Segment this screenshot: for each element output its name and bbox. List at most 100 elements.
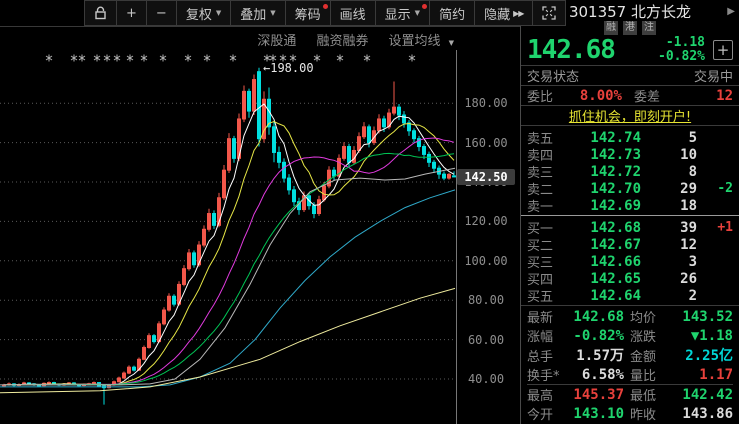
level-volume: 5 xyxy=(641,130,697,146)
level-price: 142.69 xyxy=(563,198,641,214)
stat-label: 均价 xyxy=(630,307,674,326)
promo-row: 抓住机会，即刻开户! xyxy=(521,105,739,125)
toolbar-button-diejia[interactable]: 叠加 ▼ xyxy=(231,0,285,26)
stat-value: 1.57万 xyxy=(571,345,630,365)
badge-zhu: 注 xyxy=(642,21,656,35)
toolbar-button-yincang[interactable]: 隐藏▶▶ xyxy=(475,0,533,26)
toolbar-button-huaxian[interactable]: 画线 xyxy=(331,0,376,26)
status-label: 交易状态 xyxy=(527,66,579,85)
caret-down-icon: ▼ xyxy=(449,39,454,47)
link-set-ma[interactable]: 设置均线 ▼ xyxy=(388,30,454,49)
caret-down-icon: ▼ xyxy=(270,9,275,17)
lock-button[interactable] xyxy=(84,0,117,26)
open-account-link[interactable]: 抓住机会，即刻开户! xyxy=(569,106,691,125)
stat-label: 昨收 xyxy=(630,404,674,423)
stat-value: 2.25亿 xyxy=(674,345,733,365)
bid-levels: 买一142.6839+1买二142.6712买三142.663买四142.652… xyxy=(521,215,739,305)
chart-toolbar: + − 复权▼ 叠加▼ 筹码 画线 显示▼ 简约 隐藏▶▶ xyxy=(0,0,520,27)
stock-trading-terminal: 180.00160.00140.00120.00100.0080.0060.00… xyxy=(0,0,739,424)
level-price: 142.64 xyxy=(563,288,641,304)
zoom-out-button[interactable]: − xyxy=(147,0,177,26)
notification-dot xyxy=(323,4,328,9)
y-axis-tick: 180.00 xyxy=(458,96,514,110)
stat-value: 143.86 xyxy=(674,406,733,422)
ask-row[interactable]: 卖四142.7310 xyxy=(527,145,733,162)
stock-name: 北方长龙 xyxy=(631,3,691,21)
stat-label: 金额 xyxy=(630,346,674,365)
level-volume: 18 xyxy=(641,198,697,214)
stat-value: -0.82% xyxy=(571,328,630,344)
bid-row[interactable]: 买五142.642 xyxy=(527,286,733,303)
add-to-watchlist-button[interactable]: + xyxy=(713,40,733,60)
stat-value: 142.68 xyxy=(571,309,630,325)
kline-chart-canvas[interactable] xyxy=(0,0,520,424)
quote-panel: ◀ 301357 北方长龙 ▶ 融 港 注 142.68 -1.18 -0.82… xyxy=(520,0,739,424)
stat-value: 143.10 xyxy=(571,406,630,422)
y-axis-tick: 60.00 xyxy=(458,333,514,347)
y-axis-tick: 120.00 xyxy=(458,214,514,228)
open-lock-icon xyxy=(94,6,107,20)
button-label: 显示 xyxy=(385,4,411,23)
level-price: 142.74 xyxy=(563,130,641,146)
bid-row[interactable]: 买四142.6526 xyxy=(527,269,733,286)
ask-row[interactable]: 卖一142.6918 xyxy=(527,196,733,213)
level-price: 142.67 xyxy=(563,237,641,253)
y-axis-tick: 80.00 xyxy=(458,293,514,307)
level-price: 142.68 xyxy=(563,220,641,236)
level-price: 142.73 xyxy=(563,147,641,163)
stat-row: 最新142.68均价143.52 xyxy=(527,307,733,326)
bid-row[interactable]: 买一142.6839+1 xyxy=(527,218,733,235)
caret-down-icon: ▼ xyxy=(415,9,420,17)
zoom-in-button[interactable]: + xyxy=(117,0,147,26)
level-volume: 10 xyxy=(641,147,697,163)
weibi-label: 委比 xyxy=(527,86,567,105)
bid-row[interactable]: 买二142.6712 xyxy=(527,235,733,252)
next-stock-arrow[interactable]: ▶ xyxy=(723,6,735,17)
link-rongzirongquan[interactable]: 融资融券 xyxy=(316,30,368,49)
stat-value: ▼1.18 xyxy=(674,328,733,344)
fullscreen-button[interactable] xyxy=(533,0,566,26)
stat-label: 换手* xyxy=(527,365,571,384)
level-price: 142.65 xyxy=(563,271,641,287)
weibi-row: 委比 8.00% 委差 12 xyxy=(521,85,739,105)
double-chevron-right-icon: ▶▶ xyxy=(513,9,523,18)
toolbar-button-fuquan[interactable]: 复权 ▼ xyxy=(177,0,231,26)
level-volume: 3 xyxy=(641,254,697,270)
link-label: 设置均线 xyxy=(388,34,440,49)
weicha-label: 委差 xyxy=(628,86,672,105)
stats-grid: 最新142.68均价143.52涨幅-0.82%涨跌▼1.18总手1.57万金额… xyxy=(521,305,739,424)
last-price: 142.68 xyxy=(527,35,658,65)
stat-value: 6.58% xyxy=(571,367,630,383)
stat-value: 1.17 xyxy=(674,367,733,383)
button-label: 叠加 xyxy=(240,4,266,23)
button-label: 画线 xyxy=(340,4,366,23)
kline-chart-area[interactable]: 180.00160.00140.00120.00100.0080.0060.00… xyxy=(0,0,520,424)
ask-row[interactable]: 卖三142.728 xyxy=(527,162,733,179)
trade-status-row: 交易状态 交易中 xyxy=(521,65,739,85)
toolbar-button-chouma[interactable]: 筹码 xyxy=(286,0,331,26)
toolbar-button-jianyue[interactable]: 简约 xyxy=(430,0,475,26)
bid-row[interactable]: 买三142.663 xyxy=(527,252,733,269)
level-volume: 12 xyxy=(641,237,697,253)
weibi-value: 8.00% xyxy=(567,88,628,104)
stat-label: 最低 xyxy=(630,385,674,404)
level-delta: +1 xyxy=(697,220,733,235)
y-axis-tick: 160.00 xyxy=(458,136,514,150)
level-price: 142.70 xyxy=(563,181,641,197)
stat-label: 量比 xyxy=(630,365,674,384)
ask-row[interactable]: 卖二142.7029-2 xyxy=(527,179,733,196)
button-label: 筹码 xyxy=(295,4,321,23)
stat-label: 涨幅 xyxy=(527,326,571,345)
level-price: 142.72 xyxy=(563,164,641,180)
level-volume: 29 xyxy=(641,181,697,197)
stat-row: 涨幅-0.82%涨跌▼1.18 xyxy=(527,326,733,345)
level-volume: 8 xyxy=(641,164,697,180)
toolbar-button-xianshi[interactable]: 显示 ▼ xyxy=(376,0,430,26)
caret-down-icon: ▼ xyxy=(216,9,221,17)
badge-rong: 融 xyxy=(604,21,618,35)
stat-value: 143.52 xyxy=(674,309,733,325)
ask-row[interactable]: 卖五142.745 xyxy=(527,128,733,145)
change-value: -1.18 xyxy=(666,35,705,50)
link-shengutong[interactable]: 深股通 xyxy=(257,30,296,49)
button-label: 复权 xyxy=(186,4,212,23)
